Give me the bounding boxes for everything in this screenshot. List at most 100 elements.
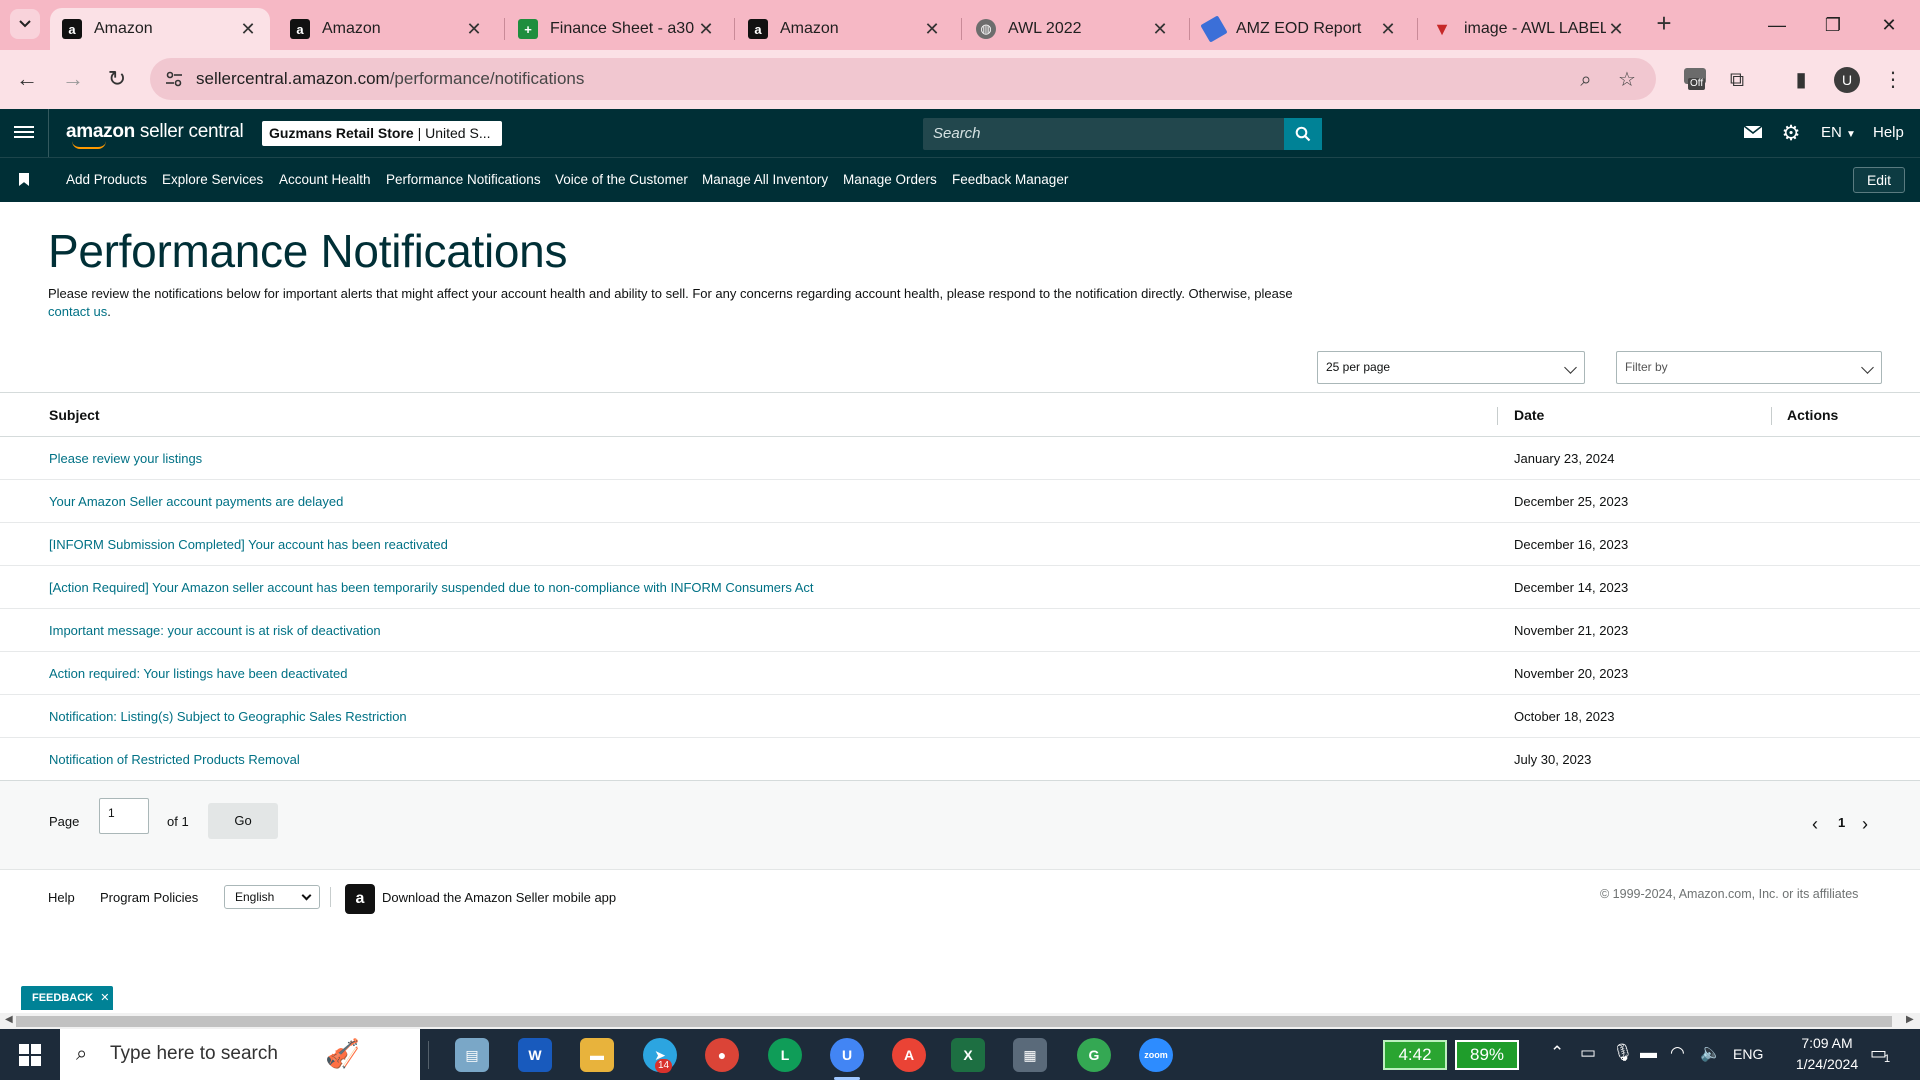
restore-button[interactable]: ❐ [1808,8,1858,42]
notification-subject-link[interactable]: [Action Required] Your Amazon seller acc… [49,580,814,595]
feedback-tab[interactable]: FEEDBACK ✕ [21,986,113,1010]
reload-button[interactable]: ↻ [102,64,132,94]
close-icon[interactable]: ✕ [922,19,942,40]
header-search-input[interactable]: Search [923,118,1284,150]
browser-tab-1[interactable]: a Amazon ✕ [50,8,270,50]
battery-percentage-widget[interactable]: 89% [1455,1040,1519,1070]
close-icon[interactable]: ✕ [1150,19,1170,40]
extension-off-icon[interactable]: Off [1680,66,1712,96]
nav-add-products[interactable]: Add Products [66,172,147,187]
notes-app-icon[interactable]: ▤ [455,1038,489,1072]
go-button[interactable]: Go [208,803,278,839]
close-icon[interactable]: ✕ [1378,19,1398,40]
nav-manage-orders[interactable]: Manage Orders [843,172,937,187]
current-page-number[interactable]: 1 [1838,815,1845,830]
page-number-input[interactable]: 1 [99,798,149,834]
windows-start-icon[interactable] [19,1044,41,1066]
nav-performance-notifications[interactable]: Performance Notifications [386,172,541,187]
side-panel-icon[interactable]: ▮ [1787,66,1815,94]
chrome-profile-icon[interactable]: ● [705,1038,739,1072]
nav-feedback-manager[interactable]: Feedback Manager [952,172,1068,187]
scroll-right-arrow-icon[interactable]: ▶ [1906,1014,1914,1025]
zoom-icon[interactable]: ⌕ [1574,68,1598,92]
calculator-app-icon[interactable]: ▦ [1013,1038,1047,1072]
program-policies-link[interactable]: Program Policies [100,890,198,905]
column-header-subject[interactable]: Subject [49,407,100,423]
browser-tab-3[interactable]: + Finance Sheet - a30 ✕ [506,8,728,50]
close-icon[interactable]: ✕ [464,19,484,40]
nav-explore-services[interactable]: Explore Services [162,172,263,187]
chrome-profile-a-icon[interactable]: A [892,1038,926,1072]
chrome-profile-u-icon[interactable]: U [830,1038,864,1080]
notification-subject-link[interactable]: Please review your listings [49,451,202,466]
volume-icon[interactable]: 🔈 [1700,1043,1721,1063]
settings-gear-icon[interactable]: ⚙ [1780,123,1802,145]
help-link[interactable]: Help [1873,124,1904,141]
close-icon[interactable]: ✕ [238,19,258,40]
notification-subject-link[interactable]: Notification of Restricted Products Remo… [49,752,300,767]
language-switcher[interactable]: EN ▼ [1821,124,1856,141]
more-menu-icon[interactable]: ⋮ [1879,66,1907,94]
filter-select[interactable]: Filter by [1616,351,1882,384]
browser-tab-2[interactable]: a Amazon ✕ [278,8,496,50]
download-app-link[interactable]: Download the Amazon Seller mobile app [382,890,616,905]
minimize-button[interactable]: — [1752,8,1802,42]
camera-icon[interactable]: ▭ [1580,1043,1596,1063]
seller-central-logo[interactable]: amazon seller central [66,121,244,149]
per-page-select[interactable]: 25 per page [1317,351,1585,384]
scrollbar-thumb[interactable] [16,1016,1892,1027]
browser-tab-5[interactable]: ◍ AWL 2022 ✕ [964,8,1182,50]
nav-voice-of-the-customer[interactable]: Voice of the Customer [555,172,688,187]
column-header-date[interactable]: Date [1514,407,1544,423]
chevron-left-icon[interactable]: ‹ [1812,814,1818,835]
contact-us-link[interactable]: contact us [48,304,107,319]
mail-icon[interactable] [1742,123,1764,145]
battery-icon[interactable]: ▬ [1640,1043,1657,1063]
file-explorer-icon[interactable]: ▬ [580,1038,614,1072]
hamburger-menu-icon[interactable] [14,123,34,143]
footer-language-select[interactable]: English [224,885,320,909]
address-bar[interactable]: sellercentral.amazon.com/performance/not… [150,58,1656,100]
close-icon[interactable]: ✕ [1606,19,1626,40]
footer-help-link[interactable]: Help [48,890,75,905]
horizontal-scrollbar[interactable]: ◀ ▶ [0,1013,1920,1029]
browser-tab-6[interactable]: AMZ EOD Report ✕ [1192,8,1410,50]
excel-app-icon[interactable]: X [951,1038,985,1072]
close-icon[interactable]: ✕ [696,19,716,40]
notification-subject-link[interactable]: Your Amazon Seller account payments are … [49,494,343,509]
close-icon[interactable]: ✕ [100,992,109,1004]
notification-subject-link[interactable]: Important message: your account is at ri… [49,623,381,638]
notification-subject-link[interactable]: Action required: Your listings have been… [49,666,347,681]
nav-manage-all-inventory[interactable]: Manage All Inventory [702,172,828,187]
word-app-icon[interactable]: W [518,1038,552,1072]
header-search-button[interactable] [1284,118,1322,150]
taskbar-search-box[interactable]: ⌕ Type here to search 🎻 [60,1029,420,1080]
input-language[interactable]: ENG [1733,1046,1763,1062]
tab-search-button[interactable] [10,9,40,39]
store-switcher[interactable]: Guzmans Retail Store | United S... [262,121,502,146]
notification-subject-link[interactable]: [INFORM Submission Completed] Your accou… [49,537,448,552]
chrome-profile-g-icon[interactable]: G [1077,1038,1111,1072]
amazon-app-icon[interactable]: a [345,884,375,914]
bookmark-icon[interactable] [19,173,29,186]
browser-tab-7[interactable]: ▼ image - AWL LABEL ✕ [1420,8,1638,50]
scroll-left-arrow-icon[interactable]: ◀ [5,1014,13,1025]
extensions-puzzle-icon[interactable]: ⧉ [1723,66,1751,94]
chrome-profile-l-icon[interactable]: L [768,1038,802,1072]
forward-button[interactable]: → [58,64,88,94]
close-window-button[interactable]: ✕ [1864,8,1914,42]
edit-bookmarks-button[interactable]: Edit [1853,167,1905,193]
profile-avatar[interactable]: U [1834,67,1860,93]
bookmark-star-icon[interactable]: ☆ [1615,68,1639,92]
notification-subject-link[interactable]: Notification: Listing(s) Subject to Geog… [49,709,407,724]
site-info-icon[interactable] [164,69,184,89]
nav-account-health[interactable]: Account Health [279,172,371,187]
timer-widget[interactable]: 4:42 [1383,1040,1447,1070]
chevron-up-icon[interactable]: ⌃ [1550,1043,1564,1063]
system-clock[interactable]: 7:09 AM 1/24/2024 [1772,1033,1882,1075]
zoom-app-icon[interactable]: zoom [1139,1038,1173,1072]
browser-tab-4[interactable]: a Amazon ✕ [736,8,954,50]
wifi-icon[interactable]: ◠ [1670,1043,1685,1063]
microphone-icon[interactable]: 🎙 [1612,1043,1634,1063]
back-button[interactable]: ← [12,64,42,94]
